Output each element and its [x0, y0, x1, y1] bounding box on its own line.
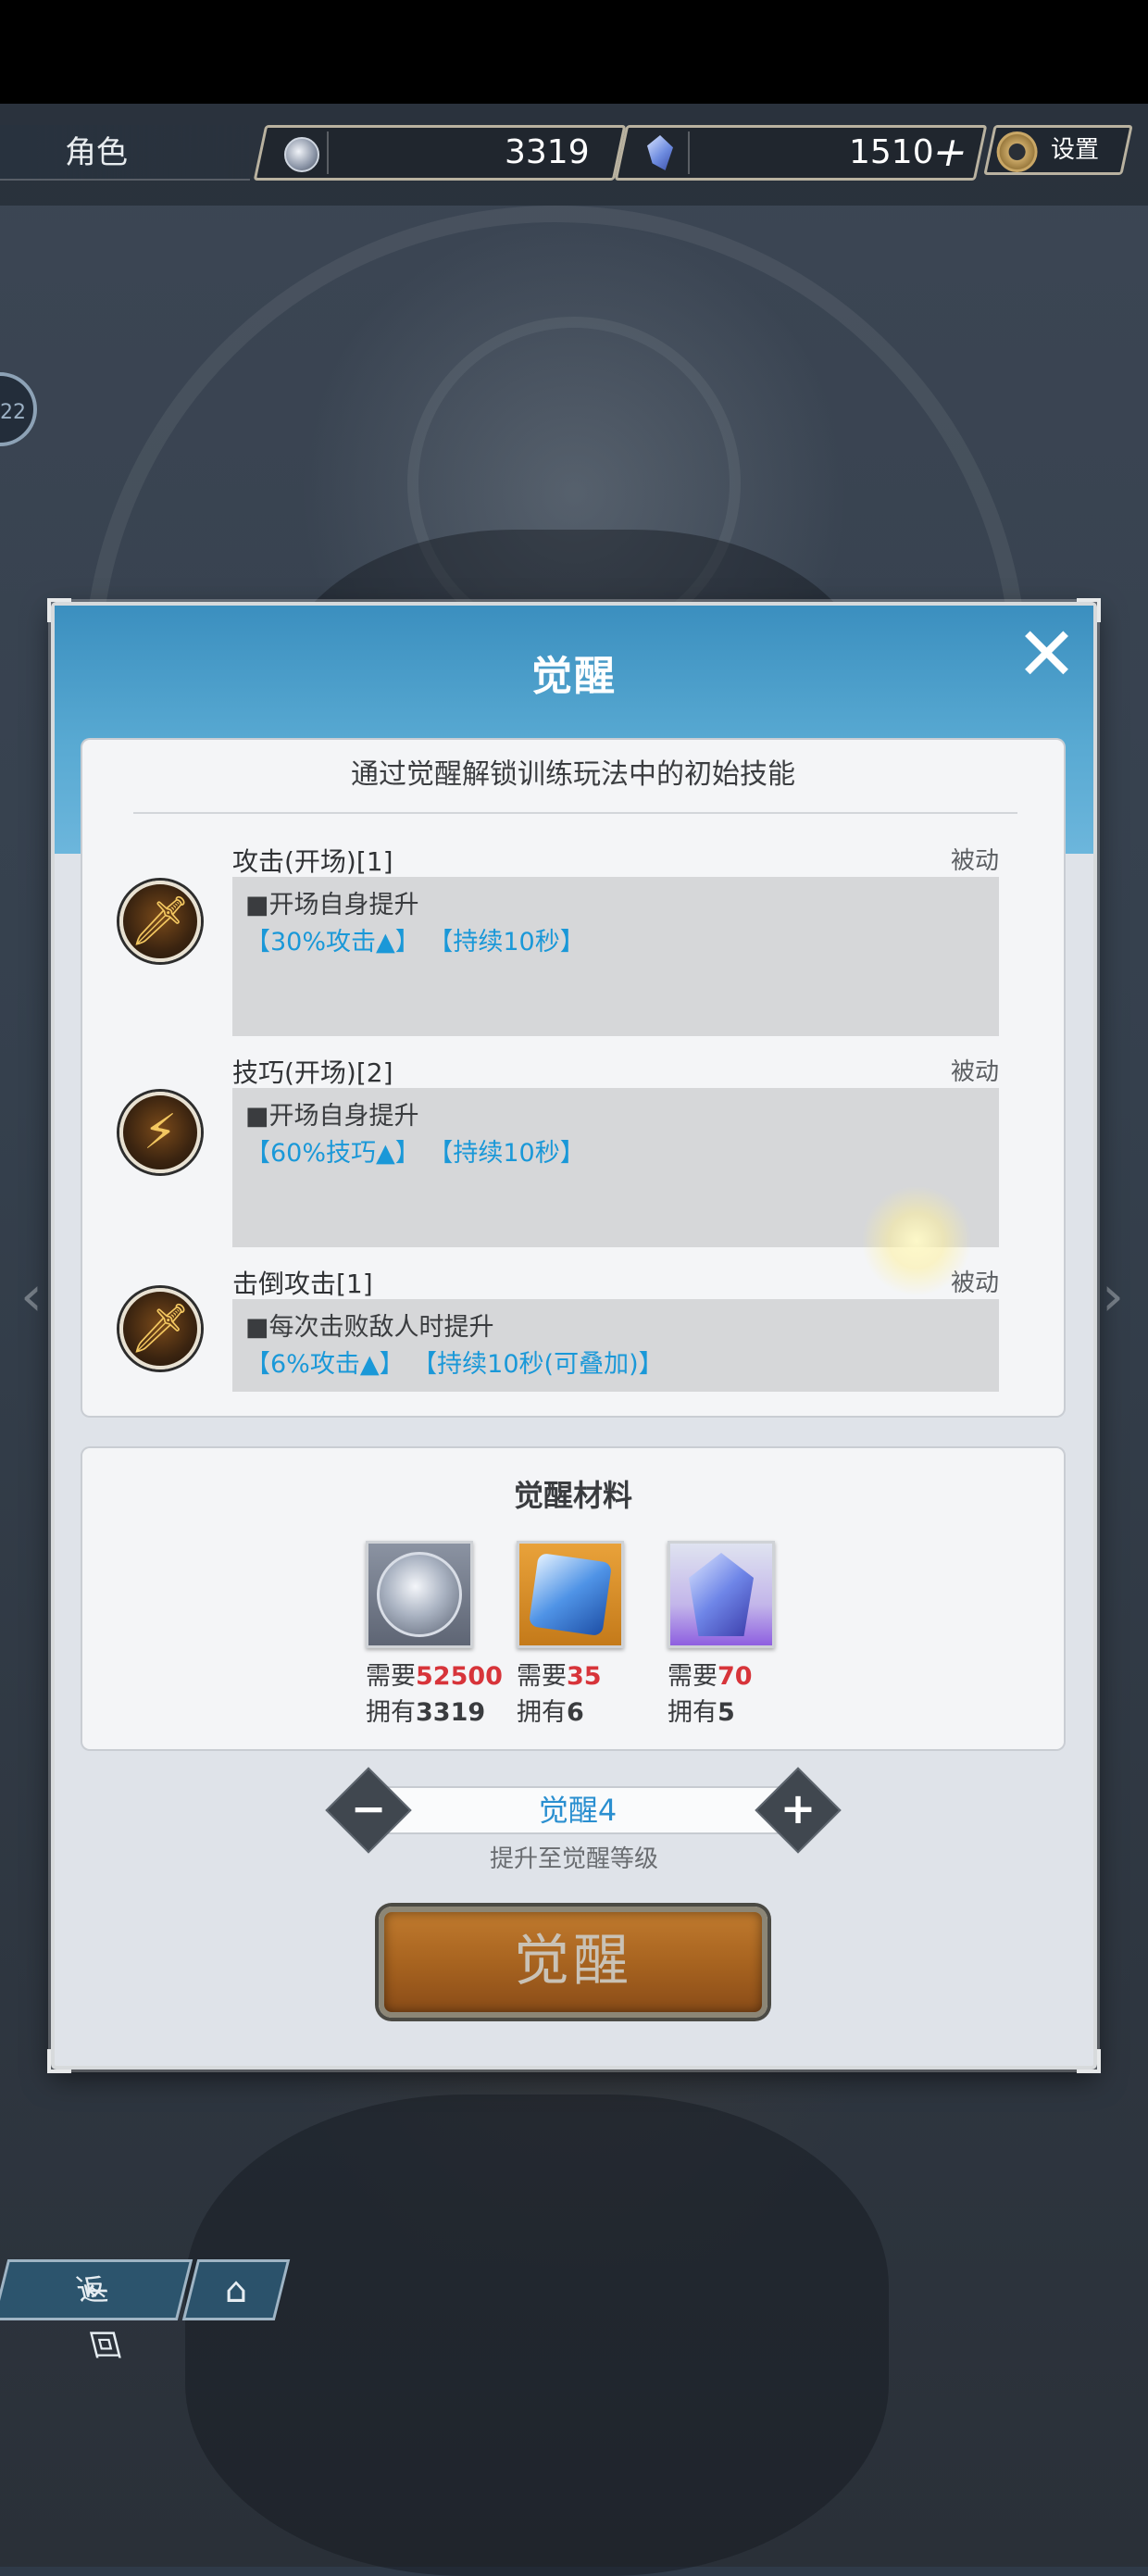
- plus-icon: +: [780, 1783, 817, 1833]
- settings-button[interactable]: 设置: [983, 125, 1133, 175]
- gear-icon: [996, 131, 1038, 172]
- back-button[interactable]: ⇤ 返回: [0, 2259, 193, 2363]
- awaken-button-label: 觉醒: [514, 1929, 632, 1994]
- divider: [133, 812, 1017, 814]
- skill-effect: 【30%攻击▲】 【持续10秒】: [245, 928, 585, 957]
- skill-name: 击倒攻击[1]: [232, 1269, 373, 1299]
- corner-ornament: [47, 2049, 71, 2073]
- silver-coin-icon: [377, 1552, 462, 1637]
- skill-item: 🗡 攻击(开场)[1] 被动 ■开场自身提升 【30%攻击▲】 【持续10秒】: [82, 842, 1064, 1036]
- have-label: 拥有: [517, 1698, 567, 1727]
- awaken-dialog: 觉醒 ✕ 通过觉醒解锁训练玩法中的初始技能 🗡 攻击(开场)[1] 被动 ■开场…: [47, 598, 1101, 2073]
- have-amount: 3319: [416, 1698, 486, 1727]
- home-icon: ⌂: [224, 2270, 248, 2310]
- silver-coin-icon: [284, 137, 319, 172]
- skill-effect: 【60%技巧▲】 【持续10秒】: [245, 1139, 585, 1168]
- awaken-level-hint: 提升至觉醒等级: [489, 1845, 658, 1873]
- skill-name: 技巧(开场)[2]: [232, 1057, 393, 1088]
- corner-ornament: [1077, 2049, 1101, 2073]
- crystal-currency: 1510 +: [614, 125, 988, 181]
- minus-icon: −: [350, 1783, 387, 1833]
- need-amount: 35: [567, 1662, 602, 1691]
- skill-description-box: ■开场自身提升 【30%攻击▲】 【持续10秒】: [232, 877, 999, 1036]
- skill-description: ■每次击败敌人时提升: [245, 1313, 494, 1342]
- blue-gem-icon: [528, 1552, 613, 1637]
- dialog-title: 觉醒: [531, 653, 617, 700]
- need-label: 需要: [366, 1662, 416, 1691]
- role-tab-label[interactable]: 角色: [0, 125, 250, 181]
- skill-type: 被动: [950, 847, 999, 875]
- crystal-icon: [647, 135, 673, 170]
- need-amount: 70: [718, 1662, 753, 1691]
- material-item[interactable]: 需要70 拥有5: [668, 1541, 806, 1728]
- skill-description: ■开场自身提升: [245, 1102, 419, 1131]
- silver-currency: 3319: [253, 125, 627, 181]
- have-amount: 5: [718, 1698, 735, 1727]
- next-arrow-icon[interactable]: ›: [1102, 1269, 1139, 1324]
- character-legs-silhouette: [185, 2095, 889, 2576]
- need-label: 需要: [668, 1662, 718, 1691]
- need-amount: 52500: [416, 1662, 503, 1691]
- material-item[interactable]: 需要52500 拥有3319: [366, 1541, 505, 1728]
- silver-amount: 3319: [505, 133, 590, 171]
- sword-icon[interactable]: 🗡: [119, 1288, 201, 1369]
- skills-card: 通过觉醒解锁训练玩法中的初始技能 🗡 攻击(开场)[1] 被动 ■开场自身提升 …: [82, 740, 1064, 1416]
- sword-icon[interactable]: 🗡: [119, 881, 201, 962]
- materials-title: 觉醒材料: [513, 1478, 632, 1513]
- home-button[interactable]: ⌂: [181, 2259, 291, 2320]
- awaken-level-display: 觉醒4: [360, 1786, 795, 1834]
- awaken-button[interactable]: 觉醒: [379, 1907, 767, 2018]
- sparkle-effect: [861, 1185, 972, 1296]
- crystal-amount: 1510: [849, 133, 934, 171]
- purple-crystal-icon: [689, 1553, 754, 1636]
- need-label: 需要: [517, 1662, 567, 1691]
- skill-name: 攻击(开场)[1]: [232, 846, 393, 877]
- skill-description-box: ■每次击败敌人时提升 【6%攻击▲】 【持续10秒(可叠加)】: [232, 1299, 999, 1392]
- skill-type: 被动: [950, 1058, 999, 1086]
- status-bar: [0, 0, 1148, 104]
- have-label: 拥有: [668, 1698, 718, 1727]
- materials-card: 觉醒材料 需要52500 拥有3319 需要35 拥有6 需要70 拥有5: [82, 1448, 1064, 1749]
- lightning-icon[interactable]: ⚡: [119, 1092, 201, 1173]
- have-label: 拥有: [366, 1698, 416, 1727]
- close-button[interactable]: ✕: [1016, 618, 1078, 692]
- material-item[interactable]: 需要35 拥有6: [517, 1541, 655, 1728]
- skill-description: ■开场自身提升: [245, 891, 419, 919]
- settings-label: 设置: [1051, 136, 1100, 164]
- awaken-level-value: 觉醒4: [538, 1793, 618, 1828]
- skill-effect: 【6%攻击▲】 【持续10秒(可叠加)】: [245, 1350, 664, 1379]
- have-amount: 6: [567, 1698, 584, 1727]
- skills-intro-text: 通过觉醒解锁训练玩法中的初始技能: [351, 758, 795, 791]
- add-crystal-button[interactable]: +: [928, 128, 973, 178]
